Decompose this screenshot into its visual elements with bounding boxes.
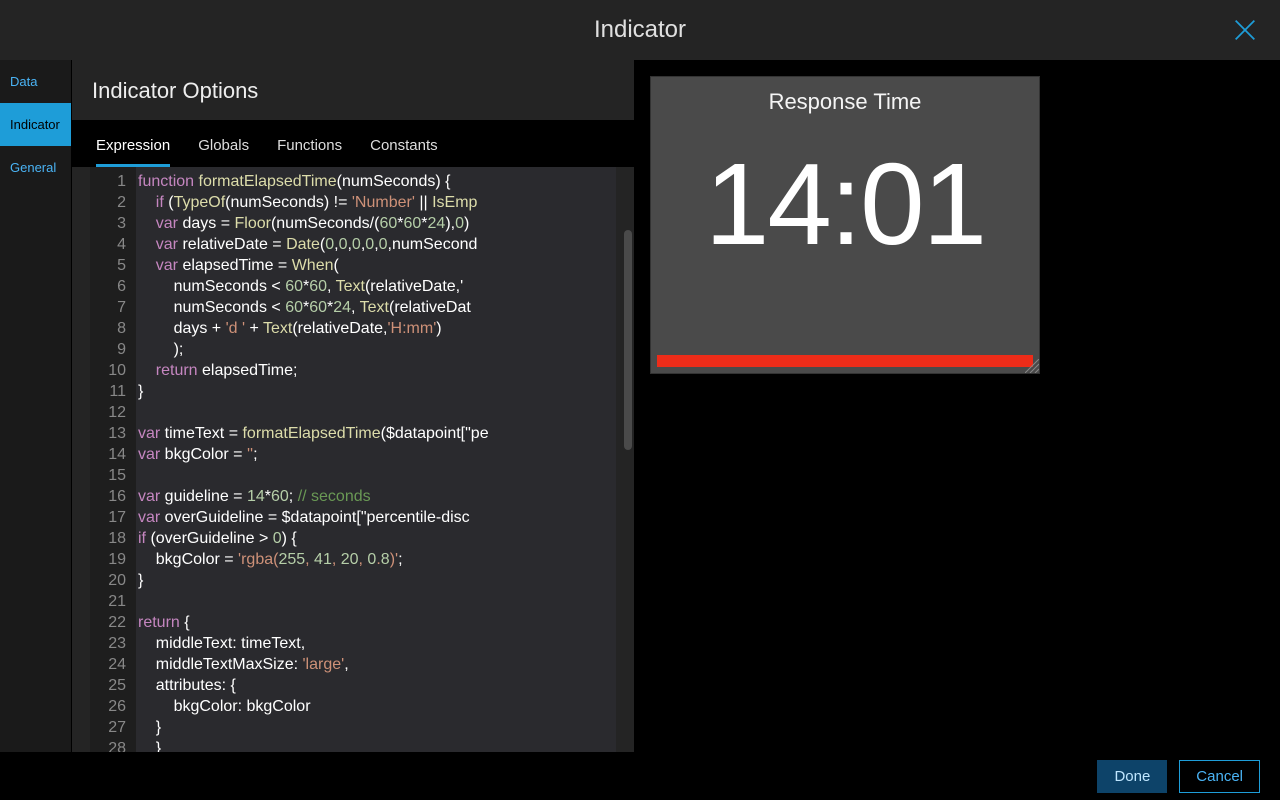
- code-line[interactable]: if (overGuideline > 0) {: [138, 528, 616, 549]
- code-line[interactable]: var days = Floor(numSeconds/(60*60*24),0…: [138, 213, 616, 234]
- preview-pane: Response Time 14:01: [634, 60, 1280, 752]
- sidebar-item-data[interactable]: Data: [0, 60, 71, 103]
- code-line[interactable]: var relativeDate = Date(0,0,0,0,0,numSec…: [138, 234, 616, 255]
- line-gutter: 1234567891011121314151617181920212223242…: [90, 167, 136, 752]
- tab-globals[interactable]: Globals: [198, 123, 249, 167]
- options-panel: Indicator Options Expression Globals Fun…: [72, 60, 634, 752]
- sidebar-item-general[interactable]: General: [0, 146, 71, 189]
- close-icon: [1231, 16, 1259, 44]
- close-button[interactable]: [1230, 15, 1260, 45]
- code-line[interactable]: numSeconds < 60*60, Text(relativeDate,': [138, 276, 616, 297]
- editor-tabs: Expression Globals Functions Constants: [72, 120, 634, 167]
- code-body[interactable]: function formatElapsedTime(numSeconds) {…: [136, 167, 616, 752]
- code-line[interactable]: var timeText = formatElapsedTime($datapo…: [138, 423, 616, 444]
- code-editor[interactable]: 1234567891011121314151617181920212223242…: [90, 167, 616, 752]
- cancel-button[interactable]: Cancel: [1179, 760, 1260, 793]
- tab-constants[interactable]: Constants: [370, 123, 438, 167]
- code-line[interactable]: return {: [138, 612, 616, 633]
- indicator-value: 14:01: [705, 137, 985, 271]
- code-line[interactable]: }: [138, 570, 616, 591]
- code-line[interactable]: attributes: {: [138, 675, 616, 696]
- code-line[interactable]: var bkgColor = '';: [138, 444, 616, 465]
- dialog-title: Indicator: [594, 16, 686, 44]
- code-line[interactable]: );: [138, 339, 616, 360]
- scrollbar-thumb[interactable]: [624, 230, 632, 450]
- code-line[interactable]: var overGuideline = $datapoint["percenti…: [138, 507, 616, 528]
- code-line[interactable]: [138, 591, 616, 612]
- code-line[interactable]: function formatElapsedTime(numSeconds) {: [138, 171, 616, 192]
- panel-title: Indicator Options: [72, 60, 634, 120]
- code-line[interactable]: }: [138, 381, 616, 402]
- sidebar-item-indicator[interactable]: Indicator: [0, 103, 71, 146]
- code-line[interactable]: days + 'd ' + Text(relativeDate,'H:mm'): [138, 318, 616, 339]
- done-button[interactable]: Done: [1097, 760, 1167, 793]
- indicator-widget: Response Time 14:01: [650, 76, 1040, 374]
- sidebar: Data Indicator General: [0, 60, 72, 752]
- code-line[interactable]: numSeconds < 60*60*24, Text(relativeDat: [138, 297, 616, 318]
- code-line[interactable]: if (TypeOf(numSeconds) != 'Number' || Is…: [138, 192, 616, 213]
- main-area: Data Indicator General Indicator Options…: [0, 60, 1280, 752]
- footer: Done Cancel: [0, 752, 1280, 800]
- code-line[interactable]: bkgColor = 'rgba(255, 41, 20, 0.8)';: [138, 549, 616, 570]
- resize-handle[interactable]: [1025, 359, 1039, 373]
- titlebar: Indicator: [0, 0, 1280, 60]
- indicator-title: Response Time: [769, 89, 922, 115]
- code-line[interactable]: [138, 402, 616, 423]
- tab-expression[interactable]: Expression: [96, 123, 170, 167]
- code-line[interactable]: }: [138, 717, 616, 738]
- code-line[interactable]: bkgColor: bkgColor: [138, 696, 616, 717]
- code-line[interactable]: [138, 465, 616, 486]
- code-line[interactable]: return elapsedTime;: [138, 360, 616, 381]
- resize-icon: [1025, 359, 1039, 373]
- indicator-bar: [657, 355, 1033, 367]
- code-line[interactable]: middleTextMaxSize: 'large',: [138, 654, 616, 675]
- tab-functions[interactable]: Functions: [277, 123, 342, 167]
- code-line[interactable]: var guideline = 14*60; // seconds: [138, 486, 616, 507]
- code-line[interactable]: middleText: timeText,: [138, 633, 616, 654]
- code-line[interactable]: var elapsedTime = When(: [138, 255, 616, 276]
